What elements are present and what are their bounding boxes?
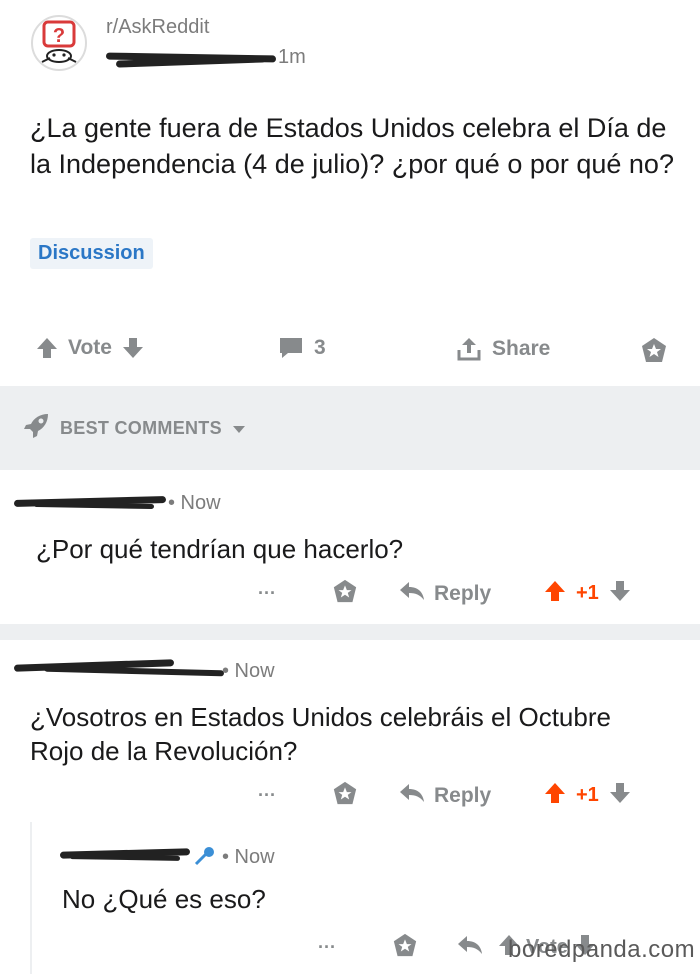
share-label: Share [492, 337, 551, 360]
post-time: 1m [278, 46, 306, 68]
vote-label: Vote [68, 336, 112, 359]
svg-text:?: ? [53, 25, 65, 47]
comment-actions: ··· Reply +1 [258, 780, 631, 811]
award-button[interactable] [640, 336, 668, 369]
share-button[interactable]: Share [456, 336, 550, 362]
share-icon [456, 336, 482, 362]
comment-time: • Now [222, 660, 275, 682]
comment-time: • Now [222, 846, 275, 868]
redacted-username [105, 50, 277, 68]
award-icon[interactable] [332, 780, 398, 811]
comment-body: ¿Por qué tendrían que hacerlo? [36, 534, 404, 564]
rocket-icon [22, 412, 50, 445]
reply-button[interactable]: Reply [398, 782, 544, 809]
sort-label: BEST COMMENTS [60, 418, 222, 438]
chevron-down-icon [232, 418, 246, 439]
comment-score: +1 [576, 784, 599, 806]
downvote-arrow-icon[interactable] [609, 781, 631, 810]
downvote-arrow-icon[interactable] [122, 336, 144, 360]
vote-control: +1 [544, 579, 631, 608]
vote-control: +1 [544, 781, 631, 810]
comment-body: No ¿Qué es eso? [62, 884, 266, 914]
redacted-username [13, 494, 167, 510]
reply-label: Reply [434, 581, 492, 605]
comments-button[interactable]: 3 [278, 336, 326, 360]
moderator-icon [192, 846, 216, 873]
award-icon[interactable] [332, 578, 398, 609]
reply-arrow-icon [398, 782, 426, 809]
comment-count: 3 [314, 336, 326, 359]
upvote-arrow-icon[interactable] [36, 336, 58, 360]
redacted-username [13, 658, 226, 678]
subreddit-name[interactable]: r/AskReddit [106, 16, 209, 39]
downvote-arrow-icon[interactable] [609, 579, 631, 608]
vote-control: Vote [36, 336, 144, 360]
thread-line [30, 822, 32, 974]
award-icon[interactable] [392, 932, 456, 963]
upvote-arrow-icon[interactable] [544, 781, 566, 810]
redacted-username [59, 846, 191, 864]
reply-arrow-icon [398, 580, 426, 607]
comment-bubble-icon [278, 336, 304, 360]
reply-label: Reply [434, 783, 492, 807]
comment-time: • Now [168, 492, 221, 514]
comment-body: ¿Vosotros en Estados Unidos celebráis el… [30, 702, 611, 766]
reply-arrow-icon[interactable] [456, 934, 498, 961]
watermark: boredpanda.com [508, 936, 696, 963]
post-title[interactable]: ¿La gente fuera de Estados Unidos celebr… [30, 110, 690, 182]
sort-dropdown[interactable]: BEST COMMENTS [22, 412, 246, 445]
askreddit-avatar-icon[interactable]: ? [30, 14, 88, 72]
post-flair[interactable]: Discussion [30, 238, 153, 269]
upvote-arrow-icon[interactable] [544, 579, 566, 608]
more-options-button[interactable]: ··· [318, 937, 392, 958]
award-icon [640, 338, 668, 368]
more-options-button[interactable]: ··· [258, 785, 332, 806]
more-options-button[interactable]: ··· [258, 583, 332, 604]
comment-actions: ··· Reply +1 [258, 578, 631, 609]
comment-divider [0, 624, 700, 640]
reply-button[interactable]: Reply [398, 580, 544, 607]
comment-score: +1 [576, 582, 599, 604]
